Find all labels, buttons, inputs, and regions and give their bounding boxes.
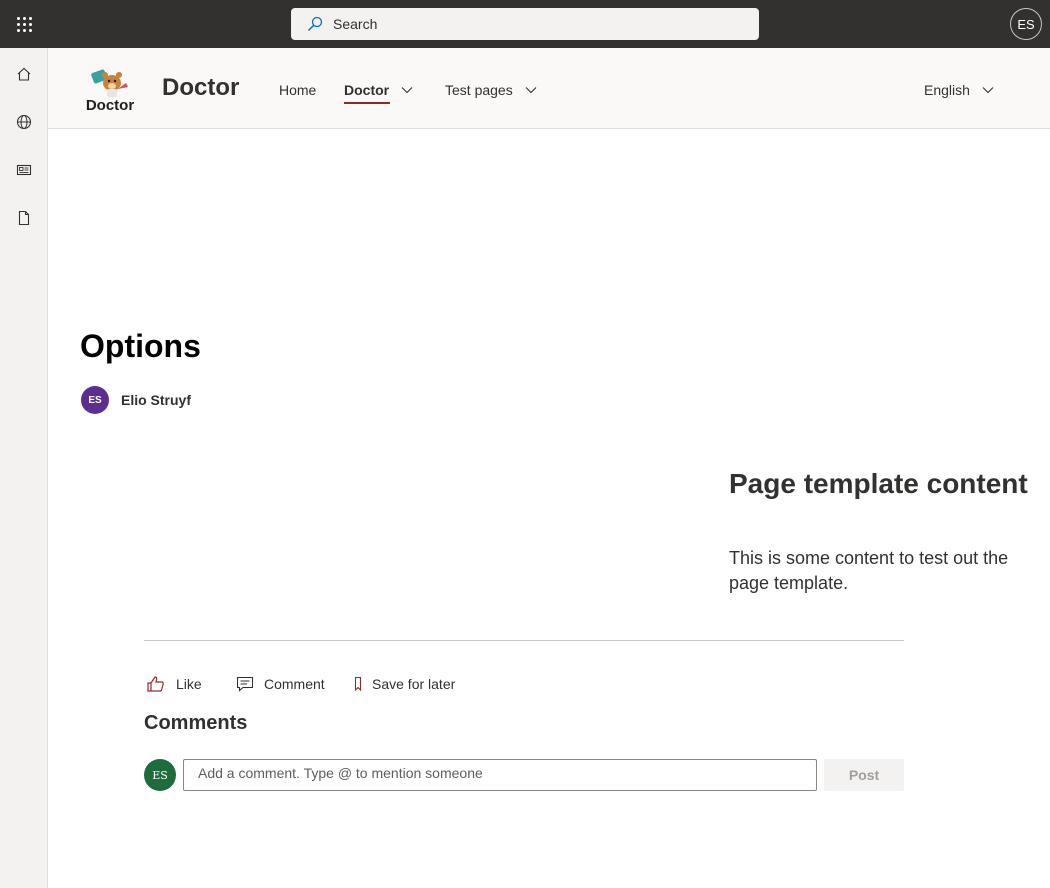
commenter-avatar: ES bbox=[144, 759, 176, 791]
comment-icon bbox=[236, 676, 254, 692]
author-avatar[interactable]: ES bbox=[81, 386, 109, 414]
save-for-later-button[interactable]: Save for later bbox=[354, 674, 455, 694]
site-logo[interactable]: Doctor bbox=[80, 63, 140, 114]
divider bbox=[144, 640, 904, 641]
nav-item-doctor[interactable]: Doctor bbox=[344, 82, 413, 98]
language-label: English bbox=[924, 82, 970, 98]
chevron-down-icon bbox=[525, 87, 537, 94]
author-name[interactable]: Elio Struyf bbox=[121, 392, 191, 408]
nav-item-test-pages[interactable]: Test pages bbox=[445, 82, 537, 98]
chevron-down-icon bbox=[401, 87, 413, 94]
account-avatar-button[interactable]: ES bbox=[1010, 8, 1042, 40]
bookmark-icon bbox=[354, 676, 362, 692]
logo-text: Doctor bbox=[86, 97, 134, 113]
template-text: This is some content to test out the pag… bbox=[729, 548, 1009, 593]
template-heading: Page template content bbox=[729, 468, 1028, 499]
nav-item-home[interactable]: Home bbox=[279, 82, 316, 98]
nav-item-label: Doctor bbox=[344, 82, 390, 98]
post-button[interactable]: Post bbox=[824, 759, 904, 791]
comment-input[interactable]: Add a comment. Type @ to mention someone bbox=[183, 759, 817, 791]
home-icon bbox=[17, 67, 31, 81]
comment-label: Comment bbox=[264, 676, 325, 692]
site-title[interactable]: Doctor bbox=[162, 74, 239, 102]
nav-item-label: Home bbox=[279, 82, 317, 98]
news-icon bbox=[16, 164, 32, 176]
appbar-item-files[interactable] bbox=[0, 194, 48, 242]
globe-icon bbox=[16, 114, 32, 130]
language-selector[interactable]: English bbox=[924, 82, 994, 98]
site-logo-image: Doctor bbox=[86, 69, 134, 114]
document-icon bbox=[18, 210, 30, 226]
app-bar bbox=[0, 48, 48, 888]
appbar-item-news[interactable] bbox=[0, 146, 48, 194]
like-button[interactable]: Like bbox=[146, 674, 202, 694]
search-box[interactable]: Search bbox=[291, 8, 759, 40]
site-header: Doctor Doctor Home Doctor Test pages Eng… bbox=[48, 48, 1050, 129]
chevron-down-icon bbox=[982, 87, 994, 94]
nav-item-label: Test pages bbox=[445, 82, 513, 98]
like-label: Like bbox=[176, 676, 202, 692]
active-nav-indicator bbox=[344, 102, 390, 104]
comment-button[interactable]: Comment bbox=[236, 674, 325, 694]
search-icon bbox=[307, 16, 323, 32]
appbar-item-home[interactable] bbox=[0, 50, 48, 98]
waffle-icon bbox=[16, 16, 32, 32]
search-placeholder: Search bbox=[333, 16, 378, 32]
save-label: Save for later bbox=[372, 676, 456, 692]
suite-bar: Search ES bbox=[0, 0, 1050, 48]
thumbs-up-icon bbox=[147, 676, 164, 692]
appbar-item-sites[interactable] bbox=[0, 98, 48, 146]
page-title: Options bbox=[80, 328, 201, 364]
comments-heading: Comments bbox=[144, 712, 248, 734]
app-launcher-button[interactable] bbox=[0, 0, 48, 48]
